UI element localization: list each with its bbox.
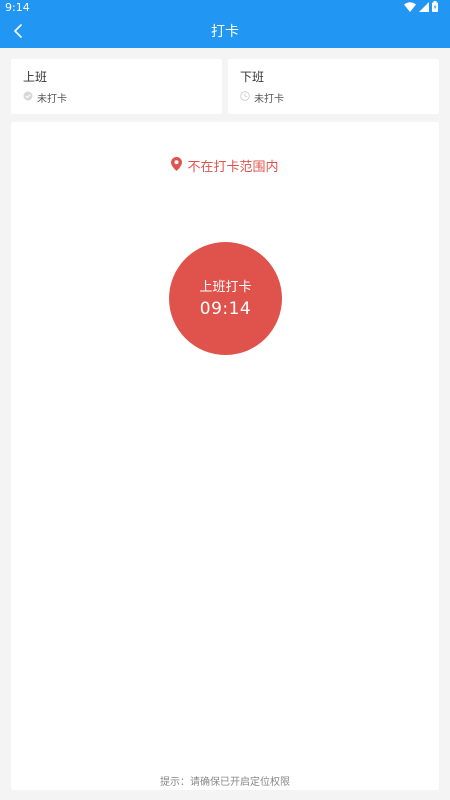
shift-status-text-start: 未打卡 [37,94,67,105]
system-icons [404,1,438,15]
battery-icon [432,1,438,15]
range-warning: 不在打卡范围内 [11,156,439,175]
page-title: 打卡 [211,24,239,40]
signal-icon [419,1,429,15]
shift-status-end: 未打卡 [240,90,284,105]
wifi-icon [404,1,416,15]
punch-button-label: 上班打卡 [199,280,252,295]
punch-panel: 不在打卡范围内 上班打卡 09:14 提示：请确保已开启定位权限 [11,122,439,790]
status-time: 9:14 [5,1,30,14]
shift-card-end: 下班 未打卡 [228,59,439,114]
punch-button-time: 09:14 [199,299,252,319]
location-permission-hint: 提示：请确保已开启定位权限 [160,777,290,788]
shift-status-start: 未打卡 [23,90,67,105]
shift-status-text-end: 未打卡 [254,94,284,105]
punch-in-button[interactable]: 上班打卡 09:14 [169,242,282,355]
check-circle-icon [23,91,33,104]
clock-icon [240,91,250,104]
location-pin-icon [171,156,183,175]
status-bar: 9:14 [0,0,450,16]
shift-card-start: 上班 未打卡 [11,59,222,114]
shift-label-start: 上班 [23,70,48,84]
app-bar: 打卡 [0,16,450,48]
range-warning-text: 不在打卡范围内 [187,160,279,175]
shift-label-end: 下班 [240,70,265,84]
